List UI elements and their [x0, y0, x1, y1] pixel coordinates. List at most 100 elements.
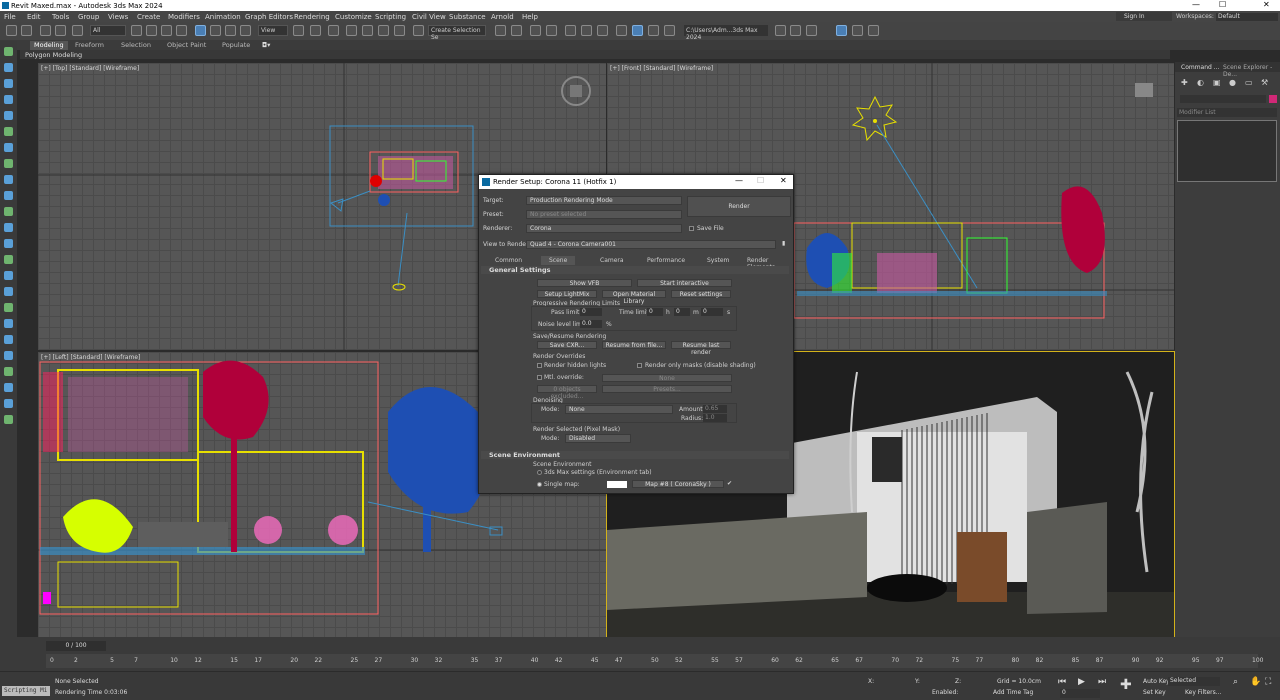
view-to-render-dropdown[interactable]: Quad 4 - Corona Camera001 — [526, 240, 776, 249]
menu-help[interactable]: Help — [522, 13, 538, 21]
tool-icon-9[interactable] — [4, 175, 13, 184]
modify-icon[interactable] — [4, 63, 13, 72]
target-dropdown[interactable]: Production Rendering Mode — [526, 196, 682, 205]
unlink-icon[interactable] — [55, 25, 66, 36]
sign-in-button[interactable]: Sign In — [1116, 12, 1172, 21]
single-map-radio[interactable] — [537, 482, 542, 487]
presets-button[interactable]: Presets... — [602, 385, 732, 393]
mirror-icon[interactable] — [495, 25, 506, 36]
spinner-snap-icon[interactable] — [394, 25, 405, 36]
percent-snap-icon[interactable] — [378, 25, 389, 36]
setup-lightmix-button[interactable]: Setup LightMix — [537, 290, 597, 298]
edit-named-selection-icon[interactable] — [413, 25, 424, 36]
save-cxr-button[interactable]: Save CXR... — [537, 341, 597, 349]
hierarchy-panel-icon[interactable]: ▣ — [1213, 78, 1221, 87]
tool-icon-16[interactable] — [4, 287, 13, 296]
named-selection-dropdown[interactable]: Create Selection Se — [428, 25, 486, 41]
tool-icon-8[interactable] — [4, 159, 13, 168]
reset-settings-button[interactable]: Reset settings — [671, 290, 731, 298]
tab-populate[interactable]: Populate — [222, 41, 250, 49]
key-filters-button[interactable]: Key Filters... — [1185, 689, 1222, 696]
tool-icon-21[interactable] — [4, 367, 13, 376]
menu-civil-view[interactable]: Civil View — [412, 13, 446, 21]
dialog-minimize-button[interactable]: — — [735, 176, 743, 185]
extra-tool-icon-4[interactable] — [868, 25, 879, 36]
active-tool-icon[interactable] — [836, 25, 847, 36]
start-interactive-button[interactable]: Start interactive — [637, 279, 732, 287]
mtl-override-button[interactable]: None — [602, 374, 732, 382]
utilities-panel-icon[interactable]: ⚒ — [1261, 78, 1268, 87]
motion-panel-icon[interactable]: ● — [1229, 78, 1236, 87]
angle-snap-icon[interactable] — [362, 25, 373, 36]
bind-space-warp-icon[interactable] — [72, 25, 83, 36]
rendered-frame-window-icon[interactable] — [632, 25, 643, 36]
modify-panel-icon[interactable]: ◐ — [1197, 78, 1204, 87]
preset-dropdown[interactable]: No preset selected — [526, 210, 682, 219]
set-key-button[interactable]: Set Key — [1143, 689, 1166, 696]
add-time-tag-button[interactable]: Add Time Tag — [993, 689, 1033, 696]
open-material-library-button[interactable]: Open Material Library — [602, 290, 666, 305]
menu-substance[interactable]: Substance — [449, 13, 486, 21]
menu-group[interactable]: Group — [78, 13, 99, 21]
pass-limit-input[interactable]: 0 — [580, 308, 602, 316]
tool-icon-7[interactable] — [4, 143, 13, 152]
auto-key-button[interactable]: Auto Key — [1143, 678, 1170, 685]
maximize-button[interactable]: ☐ — [1219, 0, 1226, 9]
project-path-field[interactable]: C:\Users\Adm...3ds Max 2024 — [684, 25, 768, 41]
select-manipulate-icon[interactable] — [310, 25, 321, 36]
viewport-left-label[interactable]: [+] [Left] [Standard] [Wireframe] — [41, 354, 140, 361]
tab-selection[interactable]: Selection — [121, 41, 151, 49]
material-editor-icon[interactable] — [597, 25, 608, 36]
lock-icon[interactable]: ▮ — [782, 240, 785, 247]
selection-filter-dropdown[interactable]: All — [90, 25, 126, 36]
menu-tools[interactable]: Tools — [52, 13, 69, 21]
tab-object-paint[interactable]: Object Paint — [167, 41, 206, 49]
tool-icon-12[interactable] — [4, 223, 13, 232]
select-scale-icon[interactable] — [225, 25, 236, 36]
menu-file[interactable]: File — [4, 13, 16, 21]
dialog-close-button[interactable]: ✕ — [780, 176, 787, 185]
hierarchy-icon[interactable] — [4, 79, 13, 88]
show-vfb-button[interactable]: Show VFB — [537, 279, 632, 287]
redo-icon[interactable] — [21, 25, 32, 36]
menu-arnold[interactable]: Arnold — [491, 13, 514, 21]
general-settings-header[interactable]: General Settings — [481, 266, 789, 274]
ref-coord-dropdown[interactable]: View — [258, 25, 288, 36]
select-by-name-icon[interactable] — [146, 25, 157, 36]
render-production-icon[interactable] — [648, 25, 659, 36]
create-panel-icon[interactable]: ✚ — [1181, 78, 1188, 87]
noise-limit-input[interactable]: 0.0 — [580, 320, 602, 328]
tool-icon-22[interactable] — [4, 383, 13, 392]
close-button[interactable]: ✕ — [1263, 0, 1270, 9]
schematic-view-icon[interactable] — [581, 25, 592, 36]
project-folder-icon[interactable] — [775, 25, 786, 36]
minimize-button[interactable]: — — [1192, 0, 1200, 9]
tool-icon-10[interactable] — [4, 191, 13, 200]
tool-icon-20[interactable] — [4, 351, 13, 360]
layer-explorer-icon[interactable] — [530, 25, 541, 36]
zoom-icon[interactable]: ⌕ — [1233, 677, 1238, 687]
menu-create[interactable]: Create — [137, 13, 160, 21]
select-object-icon[interactable] — [131, 25, 142, 36]
render-setup-icon[interactable] — [616, 25, 627, 36]
polygon-modeling-label[interactable]: Polygon Modeling — [25, 51, 82, 59]
current-frame-field[interactable]: 0 — [1060, 689, 1100, 698]
tool-icon-18[interactable] — [4, 319, 13, 328]
resume-last-render-button[interactable]: Resume last render — [671, 341, 731, 356]
goto-end-icon[interactable]: ⏭ — [1098, 677, 1106, 687]
menu-views[interactable]: Views — [108, 13, 128, 21]
render-selected-dropdown[interactable]: Disabled — [565, 434, 631, 443]
tab-scene[interactable]: Scene — [541, 256, 576, 265]
env-color-swatch[interactable] — [607, 481, 627, 488]
tab-freeform[interactable]: Freeform — [75, 41, 104, 49]
frame-counter[interactable]: 0 / 100 — [46, 641, 106, 651]
goto-start-icon[interactable]: ⏮ — [1058, 677, 1066, 687]
extra-tool-icon-1[interactable] — [790, 25, 801, 36]
maxscript-listener[interactable]: Scripting Mi — [2, 686, 50, 696]
pivot-center-icon[interactable] — [293, 25, 304, 36]
tool-icon-15[interactable] — [4, 271, 13, 280]
tool-icon-14[interactable] — [4, 255, 13, 264]
amount-input[interactable]: 0.65 — [703, 405, 727, 413]
menu-animation[interactable]: Animation — [205, 13, 241, 21]
tab-command-panel[interactable]: Command ... — [1181, 64, 1219, 71]
